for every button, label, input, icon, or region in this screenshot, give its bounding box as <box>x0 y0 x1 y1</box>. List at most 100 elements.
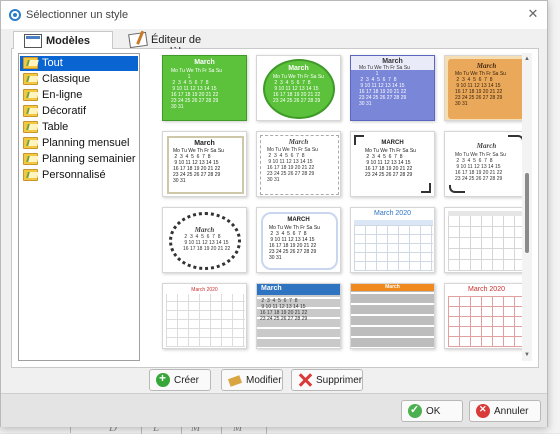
list-item-en-ligne[interactable]: En-ligne <box>20 88 138 103</box>
folder-icon <box>23 89 38 101</box>
thumb-month: March <box>476 62 497 70</box>
style-thumbnail[interactable]: MARCH Mo Tu We Th Fr Sa Su 2 3 4 5 6 7 8… <box>350 131 435 197</box>
button-label: Supprimer <box>316 374 363 386</box>
ok-button[interactable]: OK <box>401 400 463 422</box>
style-thumbnail[interactable]: March Mo Tu We Th Fr Sa Su 2 3 4 5 6 7 8… <box>256 131 341 197</box>
style-thumbnail[interactable]: March Mo Tu We Th Fr Sa Su 2 3 4 5 6 7 8… <box>444 131 529 197</box>
style-thumbnail[interactable]: March <box>350 283 435 349</box>
tab-template-editor[interactable]: Éditeur de modèle <box>119 31 231 58</box>
add-icon <box>156 371 170 387</box>
thumb-row: 30 31 <box>173 178 186 184</box>
list-item-label: Personnalisé <box>42 169 106 181</box>
thumb-month: March 2020 <box>468 286 505 293</box>
list-item-planning-semainier[interactable]: Planning semainier <box>20 152 138 167</box>
folder-icon <box>23 121 38 133</box>
list-item-label: Planning semainier <box>42 153 136 165</box>
thumb-month: March 2020 <box>191 287 218 293</box>
list-item-personnalise[interactable]: Personnalisé <box>20 168 138 183</box>
style-thumbnail[interactable]: March 2020 <box>350 207 435 273</box>
folder-icon <box>23 105 38 117</box>
style-thumbnail[interactable] <box>444 207 529 273</box>
style-thumbnail[interactable]: MARCH Mo Tu We Th Fr Sa Su 2 3 4 5 6 7 8… <box>256 207 341 273</box>
button-label: Annuler <box>494 405 529 417</box>
thumb-month: March <box>288 138 309 146</box>
window-title: Sélectionner un style <box>26 9 129 21</box>
list-item-label: Classique <box>42 73 91 85</box>
list-item-planning-mensuel[interactable]: Planning mensuel <box>20 136 138 151</box>
check-icon <box>408 403 422 418</box>
close-icon[interactable]: ✕ <box>525 6 541 22</box>
thumb-month: March <box>476 142 497 150</box>
thumb-row: 23 24 25 26 27 28 29 <box>365 172 413 178</box>
delete-button[interactable]: Supprimer <box>291 369 363 391</box>
title-bar: Sélectionner un style ✕ <box>1 1 547 29</box>
scroll-up-icon[interactable]: ▲ <box>524 56 530 62</box>
style-category-list[interactable]: Tout Classique En-ligne Décoratif Table … <box>18 53 140 361</box>
tab-strip: Modèles Éditeur de modèle <box>11 29 539 58</box>
thumb-month: MARCH <box>287 217 310 223</box>
style-thumbnail[interactable]: March 2 3 4 5 6 7 8 9 10 11 12 13 14 15 … <box>256 283 341 349</box>
cancel-icon <box>476 404 490 418</box>
thumb-month: March <box>382 58 403 65</box>
thumb-month: March <box>194 140 215 147</box>
list-item-label: Table <box>42 121 69 133</box>
thumb-row: 30 31 <box>455 101 468 107</box>
edit-icon <box>228 373 242 387</box>
thumb-month: March 2020 <box>374 210 411 217</box>
thumbnails-scrollbar[interactable]: ▲ ▼ <box>522 53 532 361</box>
style-thumbnail[interactable]: March Mo Tu We Th Fr Sa Su 1 2 3 4 5 6 7… <box>162 55 247 121</box>
style-thumbnail[interactable]: March Mo Tu We Th Fr Sa Su 2 3 4 5 6 7 8… <box>444 55 529 121</box>
thumb-month: March <box>261 285 282 292</box>
thumb-row: 30 31 <box>359 101 372 107</box>
list-item-label: En-ligne <box>42 89 83 101</box>
list-item-label: Décoratif <box>42 105 87 117</box>
template-editor-icon <box>128 31 148 49</box>
list-item-decoratif[interactable]: Décoratif <box>20 104 138 119</box>
create-button[interactable]: Créer <box>149 369 211 391</box>
folder-icon <box>23 57 38 69</box>
list-item-label: Tout <box>42 57 63 69</box>
thumb-month: March <box>194 59 215 66</box>
style-thumbnails-grid: March Mo Tu We Th Fr Sa Su 1 2 3 4 5 6 7… <box>148 53 532 361</box>
thumb-month: March <box>288 65 309 72</box>
thumb-row: 23 24 25 26 27 28 29 <box>455 176 503 182</box>
style-thumbnail[interactable]: March 2020 <box>444 283 529 349</box>
modify-button[interactable]: Modifier <box>221 369 283 391</box>
thumb-month: MARCH <box>381 140 404 146</box>
thumb-row: 30 31 <box>269 255 282 261</box>
thumb-row: 30 31 <box>171 104 184 110</box>
cancel-button[interactable]: Annuler <box>469 400 541 422</box>
style-thumbnail[interactable]: March 2 3 4 5 6 7 8 9 10 11 12 13 14 15 … <box>162 207 247 273</box>
delete-icon <box>298 373 312 387</box>
thumb-row: 23 24 25 26 27 28 29 <box>260 316 308 322</box>
list-item-label: Planning mensuel <box>42 137 130 149</box>
folder-icon <box>23 137 38 149</box>
style-thumbnail[interactable]: March Mo Tu We Th Fr Sa Su 2 3 4 5 6 7 8… <box>162 131 247 197</box>
app-icon <box>9 9 21 21</box>
style-thumbnail[interactable]: March Mo Tu We Th Fr Sa Su 1 2 3 4 5 6 7… <box>350 55 435 121</box>
thumb-row: 23 24 25 26 27 28 29 <box>273 98 321 104</box>
folder-icon <box>23 169 38 181</box>
thumb-month: March <box>385 284 400 290</box>
thumb-row: 30 31 <box>267 177 280 183</box>
scroll-down-icon[interactable]: ▼ <box>524 352 530 358</box>
style-thumbnail[interactable]: March Mo Tu We Th Fr Sa Su 2 3 4 5 6 7 8… <box>256 55 341 121</box>
button-label: Créer <box>174 374 200 386</box>
folder-icon <box>23 153 38 165</box>
tab-models[interactable]: Modèles <box>13 31 113 50</box>
calendar-models-icon <box>24 34 42 48</box>
style-thumbnail[interactable]: March 2020 <box>162 283 247 349</box>
dialog-footer: OK Annuler <box>1 393 547 427</box>
list-item-tout[interactable]: Tout <box>20 56 138 71</box>
models-panel: Tout Classique En-ligne Décoratif Table … <box>11 49 539 368</box>
folder-icon <box>23 73 38 85</box>
button-label: Modifier <box>246 374 282 386</box>
list-item-classique[interactable]: Classique <box>20 72 138 87</box>
scrollbar-thumb[interactable] <box>525 173 529 253</box>
tab-label: Modèles <box>46 35 91 47</box>
select-style-dialog: Sélectionner un style ✕ Modèles Éditeur … <box>0 0 548 427</box>
thumb-row: 16 17 18 19 20 21 22 <box>183 246 231 252</box>
button-label: OK <box>426 405 441 417</box>
list-item-table[interactable]: Table <box>20 120 138 135</box>
thumb-month: March <box>194 226 215 234</box>
